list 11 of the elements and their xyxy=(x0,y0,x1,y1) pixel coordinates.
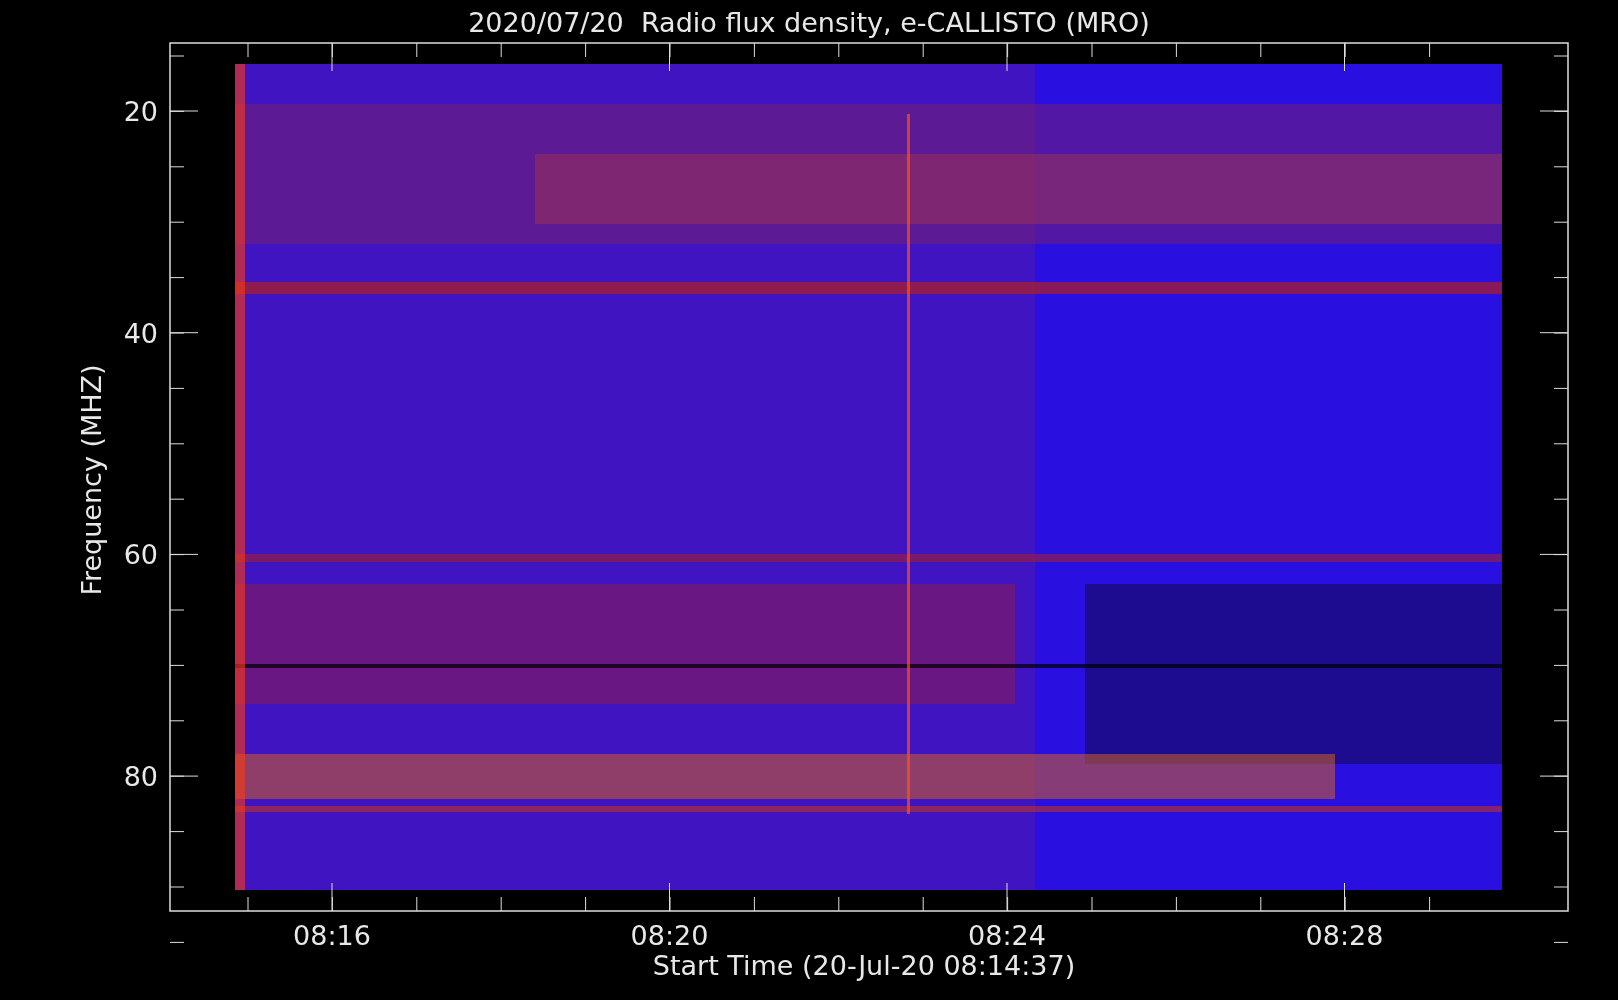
x-tick-label: 08:20 xyxy=(630,920,709,951)
y-tick-label: 20 xyxy=(123,96,158,127)
x-tick-label: 08:24 xyxy=(968,920,1046,951)
y-tick-label: 60 xyxy=(123,539,158,571)
y-axis-label: Frequency (MHZ) xyxy=(76,364,107,596)
x-tick-label: 08:28 xyxy=(1305,920,1384,951)
y-tick-label: 40 xyxy=(123,317,158,349)
chart-title: 2020/07/20 Radio flux density, e-CALLISTO (MRO) xyxy=(468,7,1150,38)
x-tick-label: 08:16 xyxy=(293,920,371,951)
x-axis-label: Start Time (20-Jul-20 08:14:37) xyxy=(652,950,1076,981)
y-tick-label: 80 xyxy=(123,761,158,793)
